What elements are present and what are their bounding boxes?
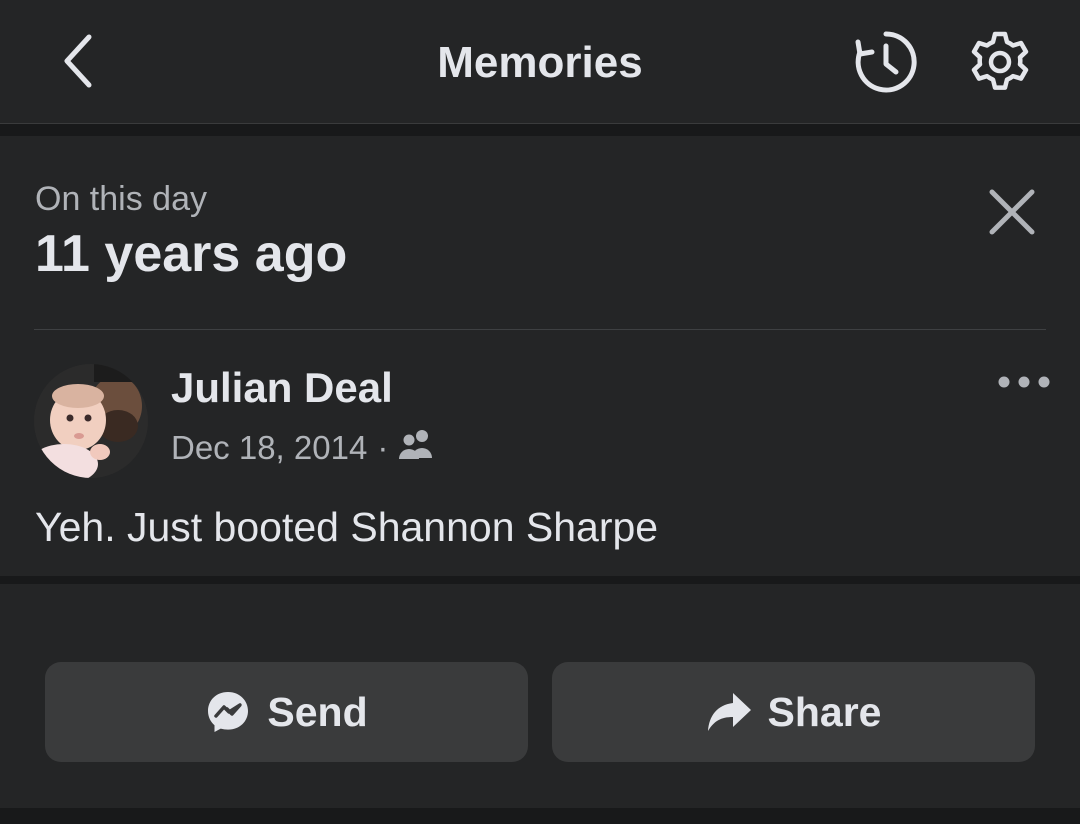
memory-subtitle: On this day [35, 180, 207, 218]
friends-icon[interactable] [398, 428, 434, 468]
action-bar: Send Share [0, 584, 1080, 808]
settings-button[interactable] [964, 28, 1036, 100]
messenger-icon [205, 689, 251, 735]
close-memory-button[interactable] [980, 182, 1044, 246]
divider [34, 329, 1046, 330]
gear-icon [967, 29, 1033, 100]
history-button[interactable] [850, 28, 922, 100]
more-horizontal-icon [997, 375, 1051, 394]
send-button[interactable]: Send [45, 662, 528, 762]
meta-separator: · [377, 429, 389, 466]
avatar[interactable] [34, 364, 148, 478]
author-name[interactable]: Julian Deal [171, 364, 393, 412]
top-bar: Memories [0, 0, 1080, 124]
send-label: Send [267, 688, 368, 735]
post-text: Yeh. Just booted Shannon Sharpe [35, 504, 659, 550]
history-icon [852, 28, 920, 101]
share-arrow-icon [706, 691, 752, 733]
memory-card: On this day 11 years ago Julian Deal Dec… [0, 136, 1080, 576]
memories-screen: Memories On this day 11 years ago Julian… [0, 0, 1080, 824]
share-label: Share [767, 688, 882, 735]
share-button[interactable]: Share [552, 662, 1035, 762]
memory-headline: 11 years ago [35, 225, 348, 283]
post-meta: Dec 18, 2014 · [171, 428, 434, 468]
post-date[interactable]: Dec 18, 2014 [171, 429, 367, 467]
post-options-button[interactable] [992, 364, 1056, 404]
close-icon [986, 186, 1038, 243]
